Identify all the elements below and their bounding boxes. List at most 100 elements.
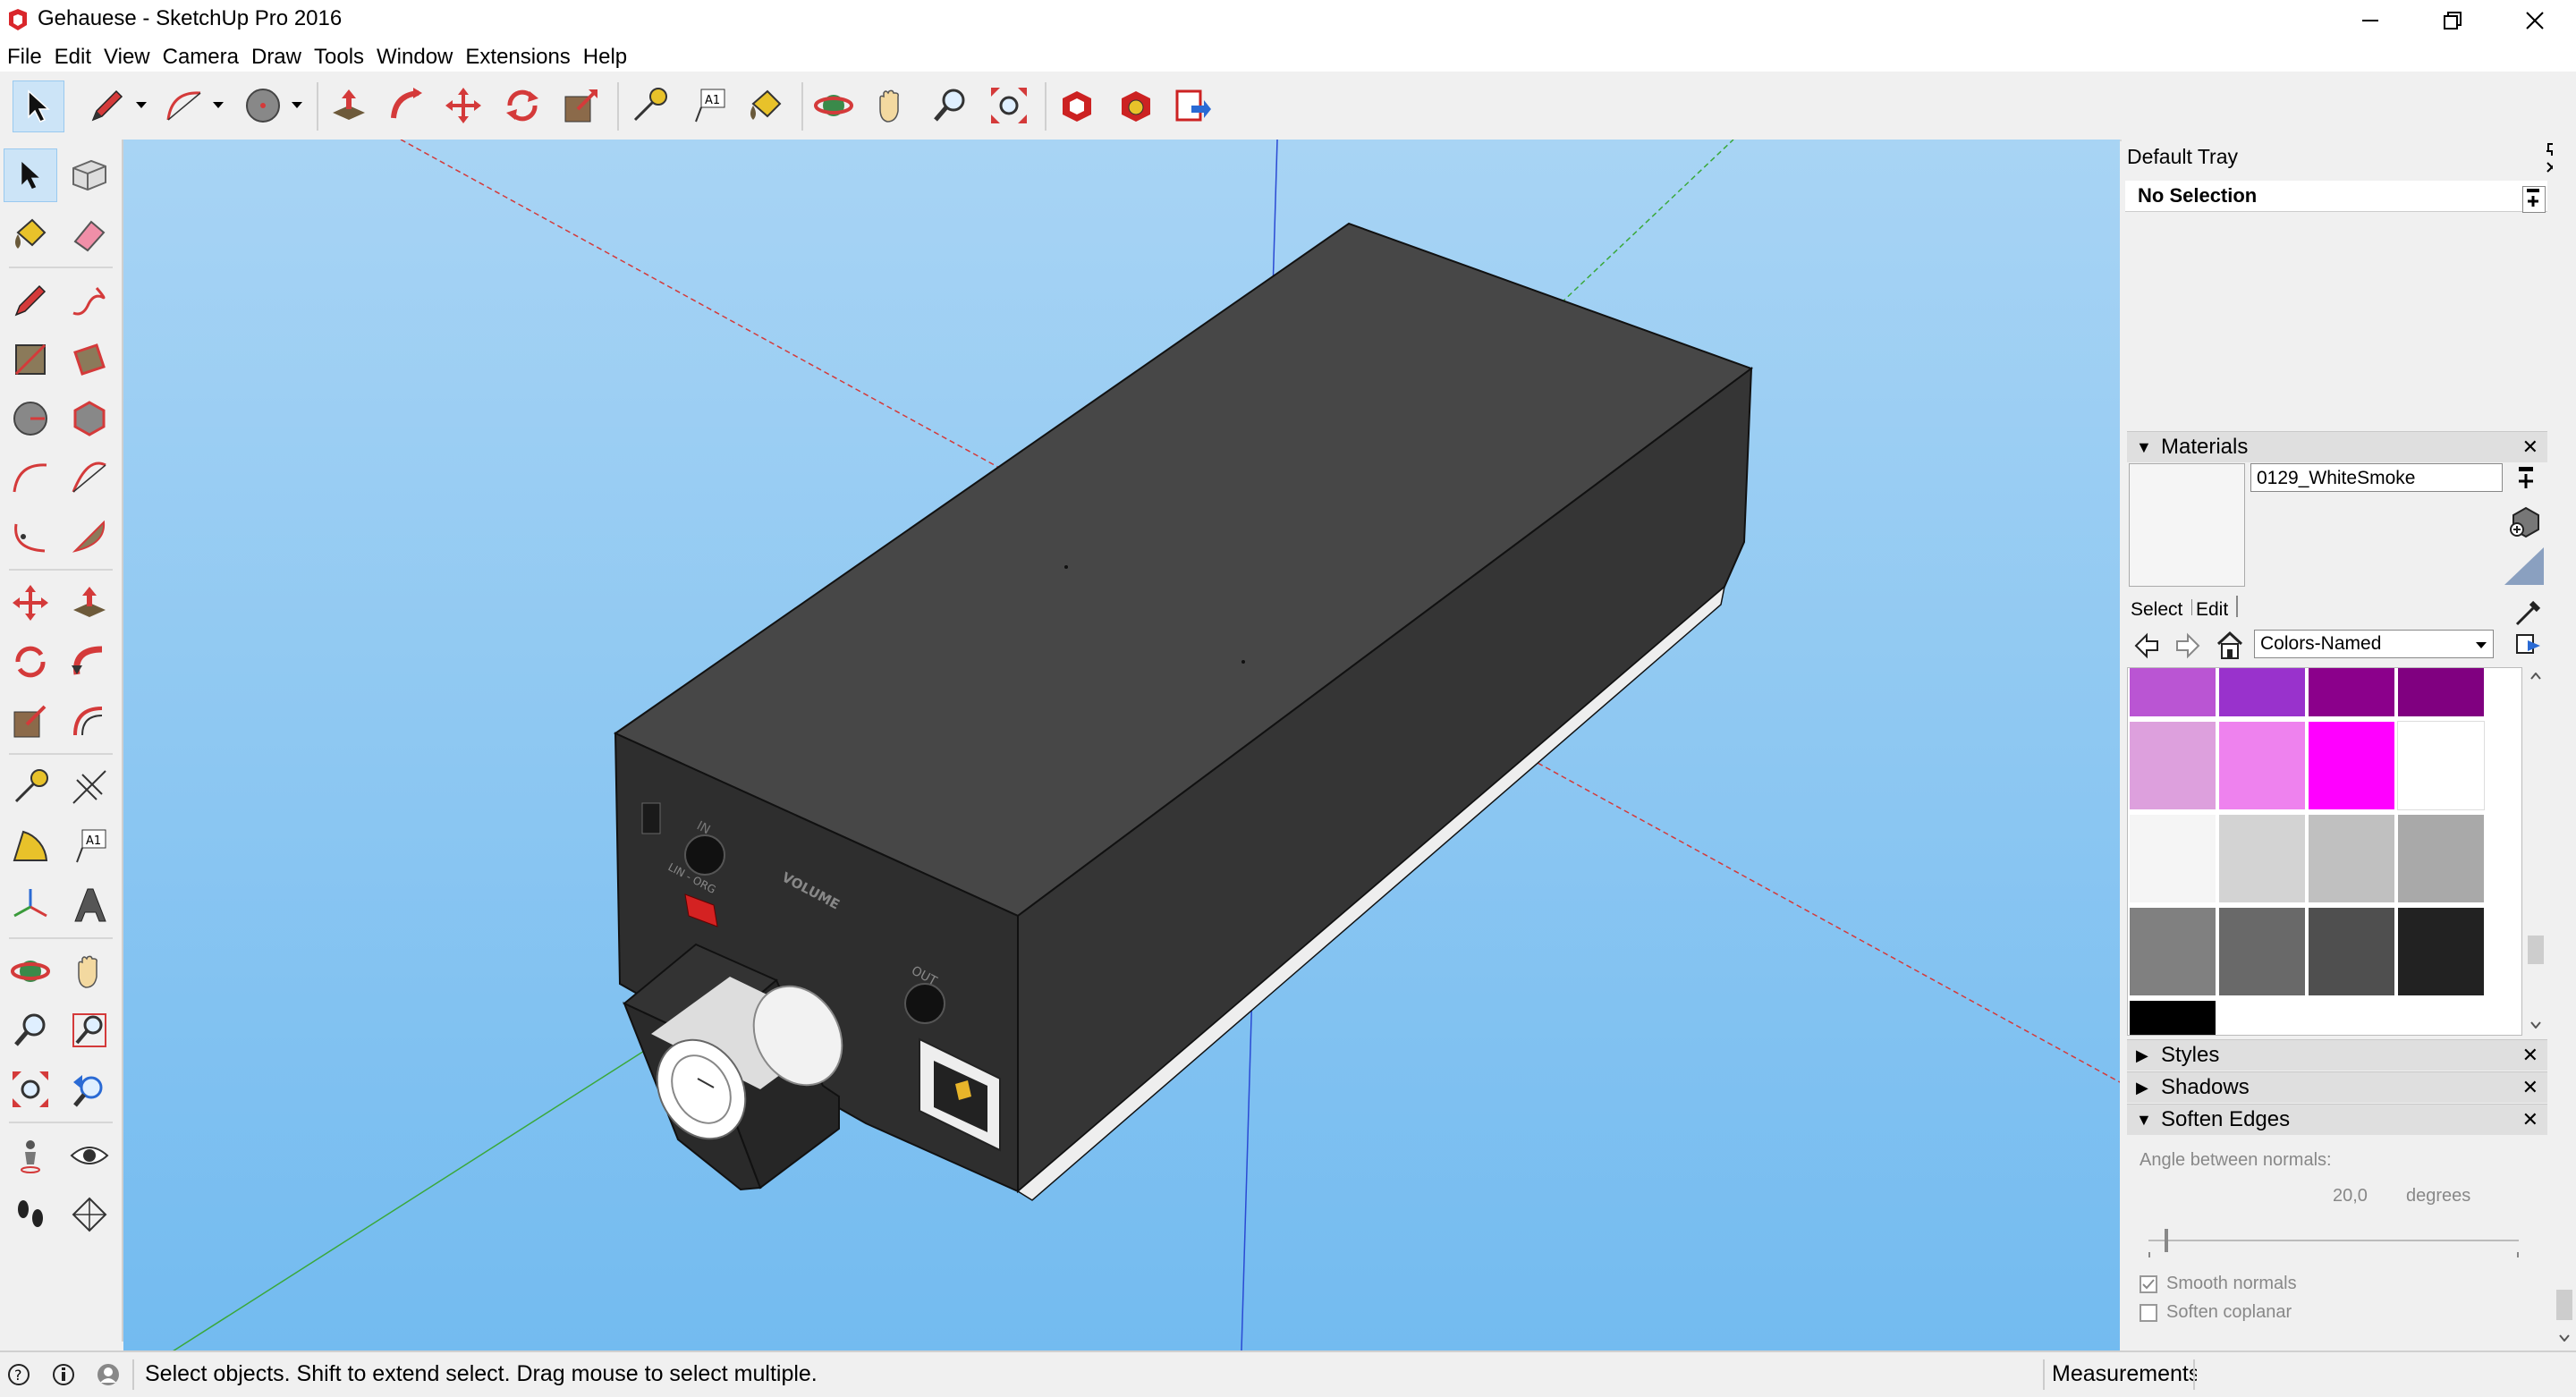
rectangle-tool-button[interactable] [4,333,57,386]
smooth-normals-checkbox[interactable] [2140,1275,2157,1293]
scale-tool-button[interactable] [556,80,606,131]
measurements-input[interactable] [2197,1358,2555,1392]
soften-edges-panel-header[interactable]: ▼ Soften Edges ✕ [2127,1104,2547,1135]
left-paint-bucket-tool-button[interactable] [4,207,57,261]
minimize-button[interactable] [2329,0,2411,41]
freehand-tool-button[interactable] [63,274,116,327]
restore-button[interactable] [2411,0,2494,41]
material-swatch[interactable] [2398,815,2484,902]
text-tool-button[interactable]: A1 [683,80,733,131]
left-orbit-tool-button[interactable] [4,944,57,998]
follow-me-tool-button[interactable] [381,80,431,131]
left-scale-tool-button[interactable] [4,694,57,748]
material-forward-button[interactable] [2174,631,2202,660]
credits-button[interactable] [52,1363,75,1386]
tray-scroll-thumb[interactable] [2556,1290,2572,1320]
paint-bucket-tool-button[interactable] [741,80,791,131]
send-to-layout-button[interactable] [1168,80,1218,131]
close-icon[interactable]: ✕ [2522,432,2538,462]
pie-tool-button[interactable] [63,510,116,563]
push-pull-tool-button[interactable] [324,80,374,131]
position-camera-tool-button[interactable] [4,1129,57,1182]
left-arc-tool-button[interactable] [4,451,57,504]
soften-coplanar-checkbox[interactable] [2140,1304,2157,1322]
material-library-select[interactable]: Colors-Named [2254,630,2494,658]
close-icon[interactable]: ✕ [2522,1105,2538,1135]
dimension-tool-button[interactable] [63,760,116,814]
circle-tool-dropdown[interactable] [286,80,308,131]
left-tape-measure-tool-button[interactable] [4,760,57,814]
polygon-tool-button[interactable] [63,392,116,445]
arc-tool-button[interactable] [159,80,209,131]
3d-warehouse-button[interactable] [1052,80,1102,131]
material-swatch[interactable] [2130,1001,2216,1035]
material-swatch[interactable] [2219,908,2305,995]
section-plane-tool-button[interactable] [63,1188,116,1241]
3d-text-tool-button[interactable] [63,878,116,932]
extension-warehouse-button[interactable] [1111,80,1161,131]
swatch-scrollbar[interactable] [2524,667,2547,1034]
axes-tool-button[interactable] [4,878,57,932]
left-circle-tool-button[interactable] [4,392,57,445]
walk-tool-button[interactable] [4,1188,57,1241]
eraser-tool-button[interactable] [63,207,116,261]
menu-camera[interactable]: Camera [156,41,239,72]
material-swatch[interactable] [2219,722,2305,809]
left-push-pull-tool-button[interactable] [63,576,116,630]
angle-slider-thumb[interactable] [2165,1229,2168,1252]
entity-info-details-button[interactable] [2522,186,2546,213]
left-rotate-tool-button[interactable] [4,635,57,689]
material-swatch[interactable] [2130,668,2216,716]
material-swatch[interactable] [2309,722,2394,809]
material-swatch[interactable] [2219,815,2305,902]
materials-panel-header[interactable]: ▼ Materials ✕ [2127,431,2547,462]
menu-edit[interactable]: Edit [47,41,91,72]
move-tool-button[interactable] [438,80,488,131]
pan-tool-button[interactable] [866,80,916,131]
menu-window[interactable]: Window [369,41,453,72]
make-component-tool-button[interactable] [63,148,116,202]
material-name-field[interactable]: 0129_WhiteSmoke [2250,463,2503,492]
two-point-arc-tool-button[interactable] [63,451,116,504]
offset-tool-button[interactable] [63,694,116,748]
look-around-tool-button[interactable] [63,1129,116,1182]
display-secondary-selection-pane[interactable] [2503,546,2546,587]
left-text-tool-button[interactable]: A1 [63,819,116,873]
scroll-thumb[interactable] [2528,936,2544,964]
pencil-tool-dropdown[interactable] [131,80,152,131]
close-icon[interactable]: ✕ [2522,1040,2538,1071]
enclosure-model[interactable]: IN VOLUME LIN - ORG OUT [613,222,1754,1201]
menu-extensions[interactable]: Extensions [458,41,570,72]
orbit-tool-button[interactable] [809,80,859,131]
rotated-rectangle-tool-button[interactable] [63,333,116,386]
sample-paint-button[interactable] [2506,503,2542,538]
menu-view[interactable]: View [97,41,150,72]
material-back-button[interactable] [2132,631,2161,660]
styles-panel-header[interactable]: ▶ Styles ✕ [2127,1039,2547,1071]
zoom-extents-tool-button[interactable] [984,80,1034,131]
material-swatch[interactable] [2130,722,2216,809]
menu-file[interactable]: File [0,41,42,72]
material-swatch[interactable] [2309,908,2394,995]
rotate-tool-button[interactable] [497,80,547,131]
material-details-button[interactable] [2512,630,2544,660]
protractor-tool-button[interactable] [4,819,57,873]
material-swatch[interactable] [2398,668,2484,716]
left-pencil-tool-button[interactable] [4,274,57,327]
left-pan-tool-button[interactable] [63,944,116,998]
drawing-viewport[interactable]: IN VOLUME LIN - ORG OUT [123,140,2120,1350]
zoom-tool-button[interactable] [925,80,975,131]
sample-material-button[interactable] [2513,597,2544,628]
select-tool-button[interactable] [13,80,64,132]
three-point-arc-tool-button[interactable] [4,510,57,563]
material-swatch[interactable] [2130,815,2216,902]
material-swatch[interactable] [2309,668,2394,716]
shadows-panel-header[interactable]: ▶ Shadows ✕ [2127,1071,2547,1103]
circle-tool-button[interactable] [238,80,288,131]
create-material-button[interactable] [2513,463,2538,492]
materials-tab-select[interactable]: Select [2131,599,2182,621]
left-zoom-extents-tool-button[interactable] [4,1063,57,1116]
material-swatch[interactable] [2219,668,2305,716]
previous-view-tool-button[interactable] [63,1063,116,1116]
materials-tab-edit[interactable]: Edit [2191,599,2228,615]
